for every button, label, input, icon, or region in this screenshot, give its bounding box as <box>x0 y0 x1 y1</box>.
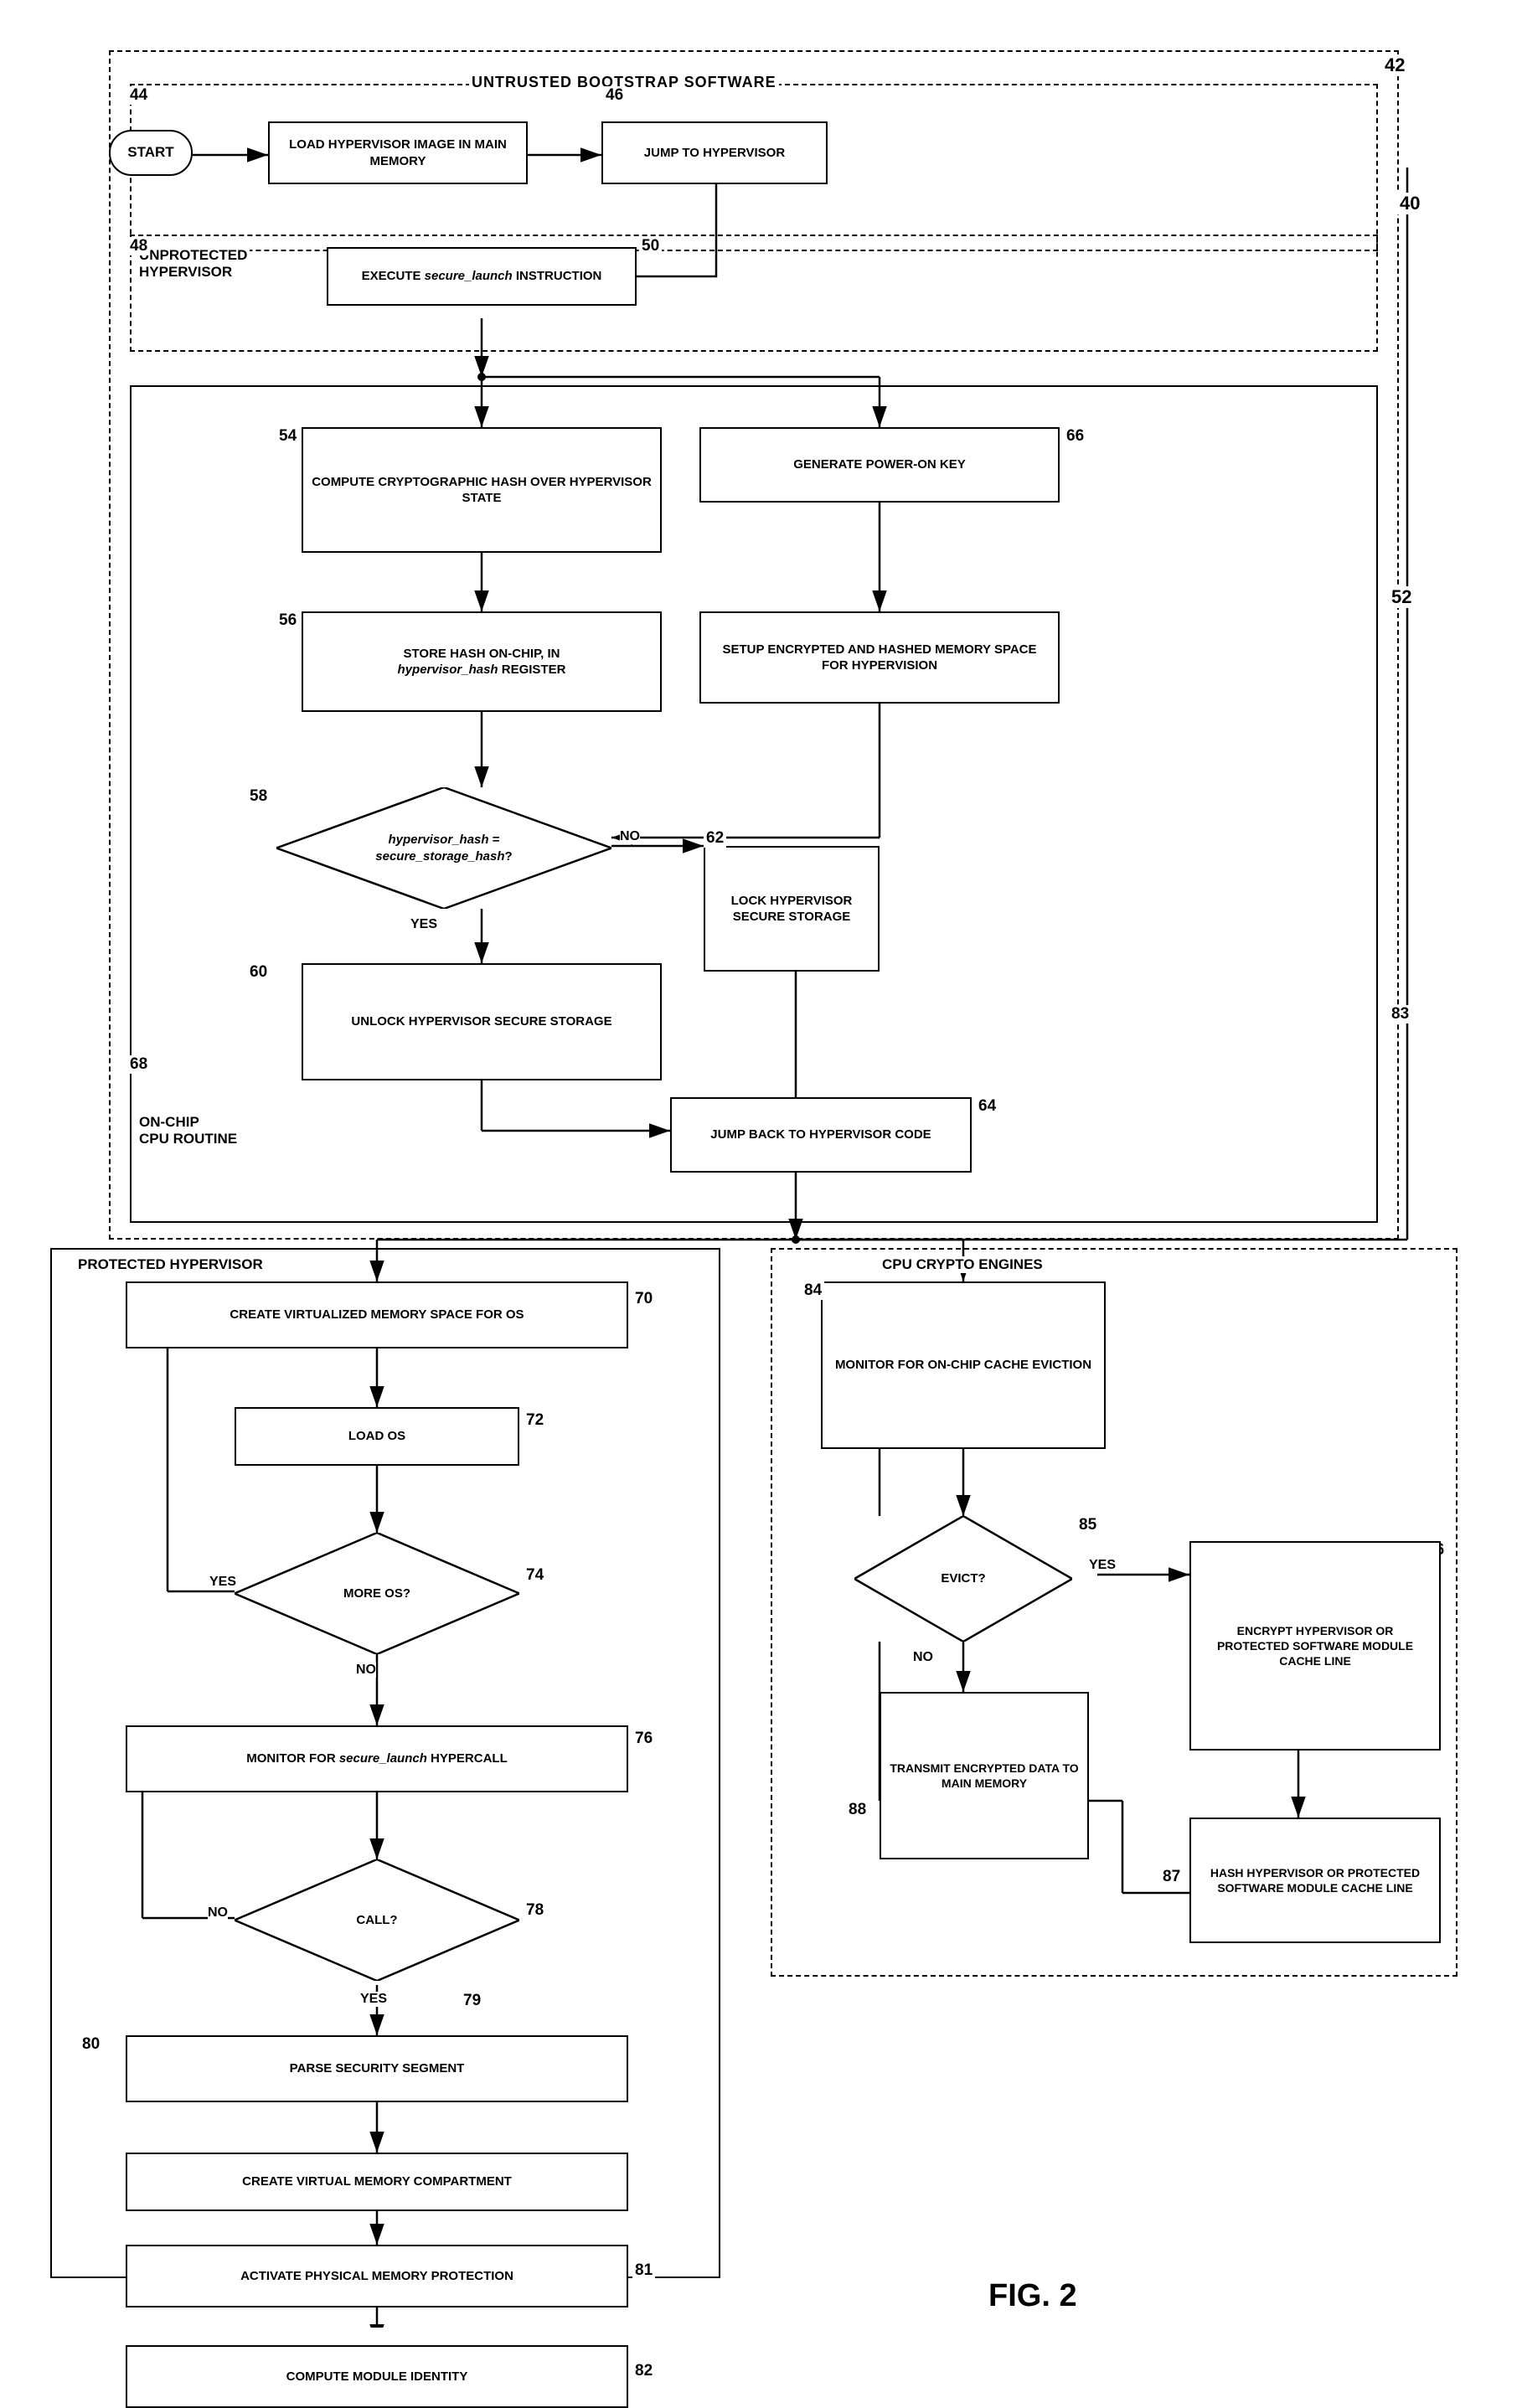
create-virt-mem-box: CREATE VIRTUALIZED MEMORY SPACE FOR OS <box>126 1281 628 1348</box>
transmit-encrypted-label: TRANSMIT ENCRYPTED DATA TO MAIN MEMORY <box>890 1761 1079 1791</box>
more-os-label: MORE OS? <box>343 1586 410 1602</box>
yes-label-more-os: YES <box>209 1575 236 1590</box>
label-60: 60 <box>247 963 270 982</box>
label-46: 46 <box>603 86 626 105</box>
label-85: 85 <box>1076 1516 1099 1534</box>
label-54: 54 <box>276 427 299 446</box>
diagram: 42 UNTRUSTED BOOTSTRAP SOFTWARE 44 46 UN… <box>0 0 1522 2328</box>
label-40: 40 <box>1397 193 1422 214</box>
label-81: 81 <box>632 2261 655 2280</box>
monitor-secure-label: MONITOR FOR secure_launch HYPERCALL <box>246 1751 507 1767</box>
label-70: 70 <box>632 1290 655 1308</box>
label-50: 50 <box>639 237 662 255</box>
compute-module-label: COMPUTE MODULE IDENTITY <box>286 2369 468 2385</box>
load-os-label: LOAD OS <box>348 1428 405 1445</box>
activate-physical-box: ACTIVATE PHYSICAL MEMORY PROTECTION <box>126 2245 628 2307</box>
no-label-more-os: NO <box>356 1663 376 1678</box>
execute-secure-box: EXECUTE secure_launch INSTRUCTION <box>327 247 637 306</box>
jump-hypervisor-box: JUMP TO HYPERVISOR <box>601 121 828 184</box>
start-label: START <box>127 143 173 162</box>
transmit-encrypted-box: TRANSMIT ENCRYPTED DATA TO MAIN MEMORY <box>880 1692 1089 1859</box>
jump-back-label: JUMP BACK TO HYPERVISOR CODE <box>710 1127 931 1143</box>
call-diamond: CALL? <box>235 1859 519 1981</box>
create-virt-mem-label: CREATE VIRTUALIZED MEMORY SPACE FOR OS <box>230 1307 524 1323</box>
load-os-box: LOAD OS <box>235 1407 519 1466</box>
label-76: 76 <box>632 1730 655 1748</box>
execute-secure-label: EXECUTE secure_launch INSTRUCTION <box>362 268 602 285</box>
label-42: 42 <box>1382 54 1407 76</box>
label-83: 83 <box>1389 1005 1411 1024</box>
compute-hash-box: COMPUTE CRYPTOGRAPHIC HASH OVER HYPERVIS… <box>302 427 662 553</box>
label-52: 52 <box>1389 586 1414 608</box>
create-virtual-label: CREATE VIRTUAL MEMORY COMPARTMENT <box>242 2173 512 2190</box>
store-hash-label: STORE HASH ON-CHIP, INhypervisor_hash RE… <box>398 646 566 678</box>
no-label-hash: NO <box>620 829 640 844</box>
jump-back-box: JUMP BACK TO HYPERVISOR CODE <box>670 1097 972 1173</box>
encrypt-hypervisor-label: ENCRYPT HYPERVISOR OR PROTECTED SOFTWARE… <box>1200 1623 1431 1669</box>
evict-label: EVICT? <box>941 1570 985 1587</box>
parse-security-box: PARSE SECURITY SEGMENT <box>126 2035 628 2102</box>
hash-hypervisor-box: HASH HYPERVISOR OR PROTECTED SOFTWARE MO… <box>1189 1818 1441 1943</box>
label-56: 56 <box>276 611 299 630</box>
parse-security-label: PARSE SECURITY SEGMENT <box>290 2060 465 2077</box>
call-label: CALL? <box>356 1912 397 1929</box>
label-78: 78 <box>524 1901 546 1920</box>
yes-label-hash: YES <box>410 917 437 932</box>
yes-label-evict: YES <box>1089 1558 1116 1573</box>
more-os-diamond: MORE OS? <box>235 1533 519 1654</box>
hash-hypervisor-label: HASH HYPERVISOR OR PROTECTED SOFTWARE MO… <box>1200 1865 1431 1895</box>
unlock-storage-box: UNLOCK HYPERVISOR SECURE STORAGE <box>302 963 662 1080</box>
label-87: 87 <box>1160 1868 1183 1886</box>
encrypt-hypervisor-box: ENCRYPT HYPERVISOR OR PROTECTED SOFTWARE… <box>1189 1541 1441 1751</box>
store-hash-box: STORE HASH ON-CHIP, INhypervisor_hash RE… <box>302 611 662 712</box>
label-84: 84 <box>802 1281 824 1300</box>
unprotected-text: UNPROTECTEDHYPERVISOR <box>139 247 247 280</box>
unprotected-hypervisor-region <box>130 235 1378 352</box>
load-hypervisor-box: LOAD HYPERVISOR IMAGE IN MAIN MEMORY <box>268 121 528 184</box>
hash-equal-diamond: hypervisor_hash =secure_storage_hash? <box>276 787 611 909</box>
jump-hypervisor-label: JUMP TO HYPERVISOR <box>644 145 785 162</box>
evict-diamond: EVICT? <box>854 1516 1072 1642</box>
monitor-cache-label: MONITOR FOR ON-CHIP CACHE EVICTION <box>835 1357 1091 1374</box>
label-58: 58 <box>247 787 270 806</box>
fig-label: FIG. 2 <box>988 2278 1077 2314</box>
label-80: 80 <box>80 2035 102 2054</box>
generate-key-box: GENERATE POWER-ON KEY <box>699 427 1060 503</box>
label-74: 74 <box>524 1566 546 1585</box>
compute-hash-label: COMPUTE CRYPTOGRAPHIC HASH OVER HYPERVIS… <box>312 474 652 507</box>
setup-encrypted-label: SETUP ENCRYPTED AND HASHED MEMORY SPACE … <box>709 642 1050 674</box>
lock-storage-box: LOCK HYPERVISOR SECURE STORAGE <box>704 846 880 972</box>
on-chip-text: ON-CHIPCPU ROUTINE <box>139 1114 237 1147</box>
activate-physical-label: ACTIVATE PHYSICAL MEMORY PROTECTION <box>240 2268 513 2285</box>
no-label-evict: NO <box>913 1650 933 1665</box>
load-hypervisor-label: LOAD HYPERVISOR IMAGE IN MAIN MEMORY <box>278 137 518 169</box>
no-label-call: NO <box>208 1905 228 1921</box>
label-82: 82 <box>632 2362 655 2380</box>
label-62: 62 <box>704 829 726 848</box>
yes-label-call: YES <box>360 1992 387 2007</box>
label-66: 66 <box>1064 427 1086 446</box>
unlock-storage-label: UNLOCK HYPERVISOR SECURE STORAGE <box>351 1013 611 1030</box>
unprotected-hypervisor-label: UNPROTECTEDHYPERVISOR <box>137 247 250 281</box>
compute-module-box: COMPUTE MODULE IDENTITY <box>126 2345 628 2408</box>
label-64: 64 <box>976 1097 998 1116</box>
hash-equal-label: hypervisor_hash =secure_storage_hash? <box>375 832 512 864</box>
monitor-secure-box: MONITOR FOR secure_launch HYPERCALL <box>126 1725 628 1792</box>
label-72: 72 <box>524 1411 546 1430</box>
lock-storage-label: LOCK HYPERVISOR SECURE STORAGE <box>714 893 869 926</box>
label-88: 88 <box>846 1801 869 1819</box>
label-48: 48 <box>127 237 150 255</box>
protected-hypervisor-label: PROTECTED HYPERVISOR <box>75 1256 266 1273</box>
start-node: START <box>109 130 193 176</box>
monitor-cache-box: MONITOR FOR ON-CHIP CACHE EVICTION <box>821 1281 1106 1449</box>
label-44: 44 <box>127 86 150 105</box>
on-chip-cpu-label: ON-CHIPCPU ROUTINE <box>137 1114 240 1147</box>
setup-encrypted-box: SETUP ENCRYPTED AND HASHED MEMORY SPACE … <box>699 611 1060 704</box>
label-79: 79 <box>461 1992 483 2010</box>
create-virtual-box: CREATE VIRTUAL MEMORY COMPARTMENT <box>126 2153 628 2211</box>
generate-key-label: GENERATE POWER-ON KEY <box>793 456 966 473</box>
label-68: 68 <box>127 1055 150 1074</box>
cpu-crypto-label: CPU CRYPTO ENGINES <box>880 1256 1045 1273</box>
